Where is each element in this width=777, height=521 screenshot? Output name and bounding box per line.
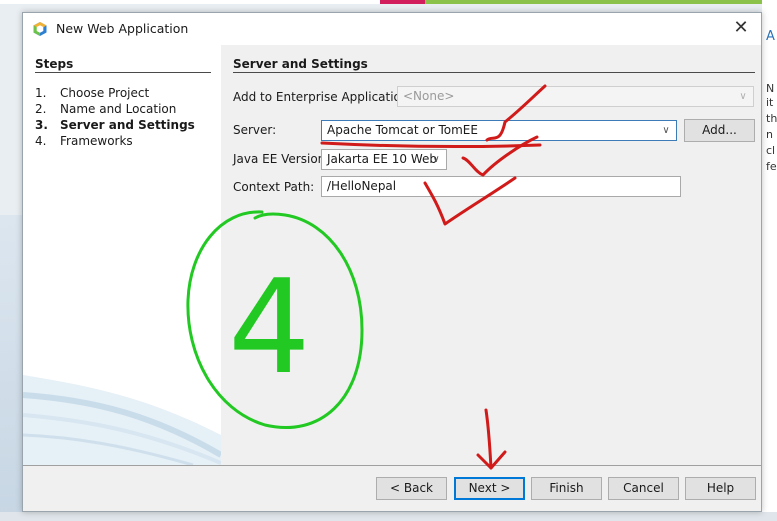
javaee-version-value: Jakarta EE 10 Web — [327, 152, 438, 166]
netbeans-cube-icon — [33, 22, 47, 36]
help-button[interactable]: Help — [685, 477, 756, 500]
new-web-application-dialog: New Web Application ✕ Steps 1. Choose Pro… — [22, 12, 762, 512]
enterprise-app-value: <None> — [403, 89, 455, 103]
enterprise-app-combo[interactable]: <None> ∨ — [397, 86, 754, 107]
step-item-server-and-settings: 3. Server and Settings — [35, 117, 195, 133]
step-item-choose-project: 1. Choose Project — [35, 85, 195, 101]
context-path-label: Context Path: — [233, 180, 315, 194]
decorative-swoosh — [23, 375, 221, 465]
step-label: Server and Settings — [60, 118, 195, 132]
steps-heading: Steps — [35, 57, 211, 73]
cancel-button[interactable]: Cancel — [608, 477, 679, 500]
chevron-down-icon: ∨ — [662, 125, 670, 136]
enterprise-app-label: Add to Enterprise Application: — [233, 90, 413, 104]
content-panel: Server and Settings Add to Enterprise Ap… — [221, 45, 761, 465]
step-label: Name and Location — [60, 102, 177, 116]
step-item-name-and-location: 2. Name and Location — [35, 101, 195, 117]
step-number: 2. — [35, 102, 47, 116]
background-text: th — [766, 112, 777, 125]
background-text: it — [766, 96, 774, 109]
background-text: A — [766, 29, 775, 44]
step-number: 1. — [35, 86, 47, 100]
background-decoration — [0, 215, 22, 521]
steps-panel: Steps 1. Choose Project 2. Name and Locati… — [23, 45, 221, 465]
wizard-button-bar: < Back Next > Finish Cancel Help — [23, 465, 761, 511]
background-text: n — [766, 128, 773, 141]
step-item-frameworks: 4. Frameworks — [35, 133, 195, 149]
step-number: 3. — [35, 118, 48, 132]
step-label: Choose Project — [60, 86, 150, 100]
javaee-version-combo[interactable]: Jakarta EE 10 Web ∨ — [321, 149, 447, 170]
context-path-input[interactable]: /HelloNepal — [321, 176, 681, 197]
javaee-version-label: Java EE Version: — [233, 152, 330, 166]
window-title: New Web Application — [56, 21, 189, 36]
next-button[interactable]: Next > — [454, 477, 525, 500]
server-value: Apache Tomcat or TomEE — [327, 123, 478, 137]
server-combo[interactable]: Apache Tomcat or TomEE ∨ — [321, 120, 677, 141]
back-button[interactable]: < Back — [376, 477, 447, 500]
close-button[interactable]: ✕ — [725, 17, 757, 41]
background-app-strip — [0, 0, 777, 4]
step-label: Frameworks — [60, 134, 133, 148]
finish-button[interactable]: Finish — [531, 477, 602, 500]
background-text: fe — [766, 160, 777, 173]
background-text: N — [766, 82, 775, 95]
background-text: cl — [766, 144, 776, 157]
steps-list: 1. Choose Project 2. Name and Location 3. S… — [35, 85, 195, 149]
background-taskbar-edge — [0, 512, 777, 521]
background-window-edge: A N it th n cl fe — [762, 0, 777, 521]
add-server-button[interactable]: Add... — [684, 119, 755, 142]
server-label: Server: — [233, 123, 277, 137]
chevron-down-icon: ∨ — [739, 91, 747, 102]
step-number: 4. — [35, 134, 47, 148]
chevron-down-icon: ∨ — [432, 154, 440, 165]
section-heading: Server and Settings — [233, 57, 755, 73]
close-icon: ✕ — [733, 17, 749, 38]
title-bar[interactable]: New Web Application ✕ — [23, 13, 761, 45]
